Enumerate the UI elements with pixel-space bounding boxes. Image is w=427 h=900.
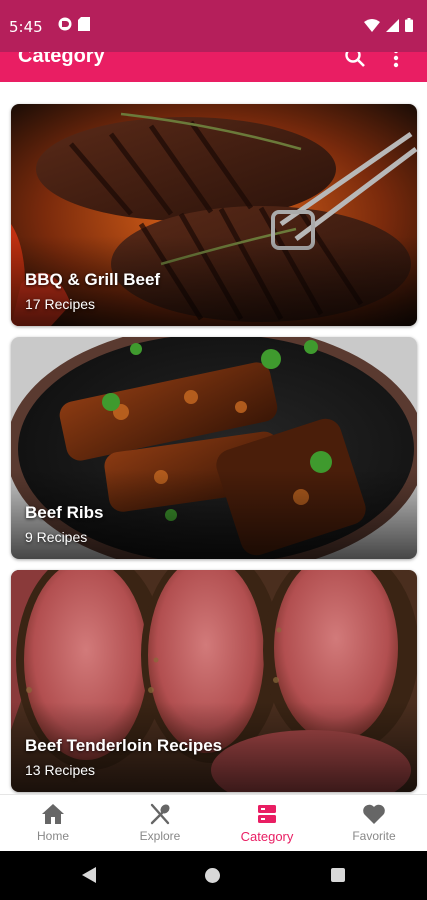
nav-label: Favorite — [352, 829, 396, 843]
home-icon — [42, 804, 64, 824]
category-title: BBQ & Grill Beef — [25, 270, 161, 289]
fork-spoon-icon — [150, 803, 170, 825]
system-navigation-bar — [0, 851, 427, 900]
more-options-icon[interactable] — [390, 52, 402, 69]
nav-label: Category — [240, 829, 294, 844]
app-notification-icon — [58, 17, 72, 31]
category-icon — [258, 805, 276, 823]
category-title: Beef Ribs — [25, 503, 104, 522]
status-system-icons — [364, 18, 413, 32]
nav-item-category[interactable]: Category — [214, 795, 320, 852]
category-card-beef-tenderloin[interactable]: Beef Tenderloin Recipes 13 Recipes — [11, 570, 417, 792]
category-recipe-count: 13 Recipes — [25, 762, 96, 778]
nav-item-home[interactable]: Home — [0, 795, 106, 852]
nav-label: Home — [36, 829, 69, 843]
page-title: Category — [18, 52, 105, 67]
app-bar: Category — [0, 52, 427, 82]
back-icon[interactable] — [82, 867, 96, 883]
battery-icon — [405, 18, 413, 32]
category-recipe-count: 17 Recipes — [25, 296, 96, 312]
search-icon[interactable] — [344, 52, 366, 68]
status-time: 5:45 — [9, 18, 43, 36]
sd-card-icon — [78, 17, 90, 31]
heart-icon — [363, 804, 385, 824]
nav-item-explore[interactable]: Explore — [107, 795, 213, 852]
signal-icon — [386, 18, 399, 32]
category-card-bbq-grill-beef[interactable]: BBQ & Grill Beef 17 Recipes — [11, 104, 417, 326]
nav-label: Explore — [139, 829, 181, 843]
bottom-navigation: Home Explore Category Favorite — [0, 794, 427, 852]
nav-item-favorite[interactable]: Favorite — [321, 795, 427, 852]
home-button-icon[interactable] — [205, 868, 220, 883]
category-card-beef-ribs[interactable]: Beef Ribs 9 Recipes — [11, 337, 417, 559]
category-list[interactable]: BBQ & Grill Beef 17 Recipes Beef Ribs 9 … — [0, 82, 427, 794]
category-title: Beef Tenderloin Recipes — [25, 736, 223, 755]
category-recipe-count: 9 Recipes — [25, 529, 88, 545]
recent-apps-icon[interactable] — [331, 868, 345, 882]
status-bar: 5:45 — [0, 0, 427, 52]
wifi-icon — [364, 18, 380, 32]
status-notification-icons — [58, 17, 90, 31]
